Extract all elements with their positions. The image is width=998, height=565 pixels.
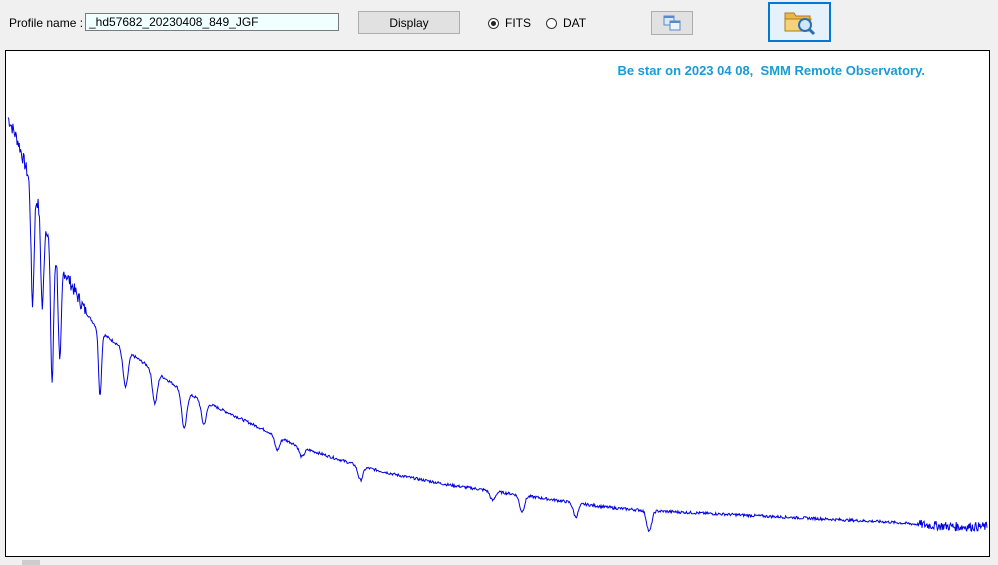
copy-button[interactable] [651, 11, 693, 35]
open-file-button[interactable] [768, 2, 831, 42]
radio-fits-indicator[interactable] [488, 17, 499, 29]
copy-windows-icon [663, 15, 681, 31]
spectrum-line [7, 117, 988, 533]
profile-name-label: Profile name : [9, 16, 84, 30]
display-button[interactable]: Display [358, 11, 460, 34]
spectrum-plot[interactable]: Be star on 2023 04 08, SMM Remote Observ… [5, 50, 990, 557]
horizontal-scroll-thumb[interactable] [22, 560, 40, 565]
radio-dat-label: DAT [563, 16, 587, 30]
radio-fits[interactable]: FITS [488, 16, 531, 30]
profile-name-input[interactable] [85, 13, 339, 31]
plot-title: Be star on 2023 04 08, SMM Remote Observ… [617, 63, 925, 78]
radio-fits-label: FITS [505, 16, 531, 30]
vertical-scrollbar[interactable] [990, 50, 998, 557]
radio-dat-indicator[interactable] [546, 17, 557, 29]
spectrum-chart [7, 117, 988, 533]
radio-dat[interactable]: DAT [546, 16, 586, 30]
folder-search-icon [784, 12, 815, 36]
